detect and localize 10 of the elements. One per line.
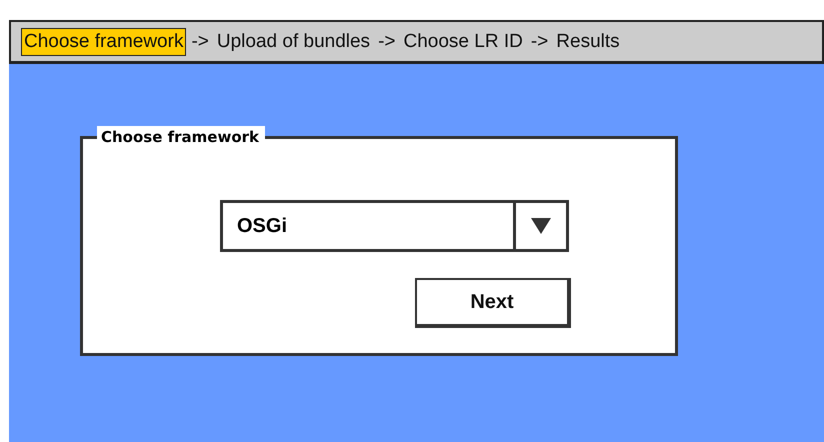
wizard-step[interactable]: Results <box>553 28 623 56</box>
dropdown-caret-icon <box>531 218 551 234</box>
wizard-step[interactable]: Choose LR ID <box>400 28 526 56</box>
framework-dropdown[interactable]: OSGi <box>220 200 569 252</box>
wizard-step[interactable]: Upload of bundles <box>214 28 374 56</box>
step-arrow: -> <box>530 30 548 52</box>
step-arrow: -> <box>378 30 396 52</box>
next-button[interactable]: Next <box>415 278 571 328</box>
wizard-step[interactable]: Choose framework <box>21 28 186 56</box>
step-arrow: -> <box>191 30 209 52</box>
